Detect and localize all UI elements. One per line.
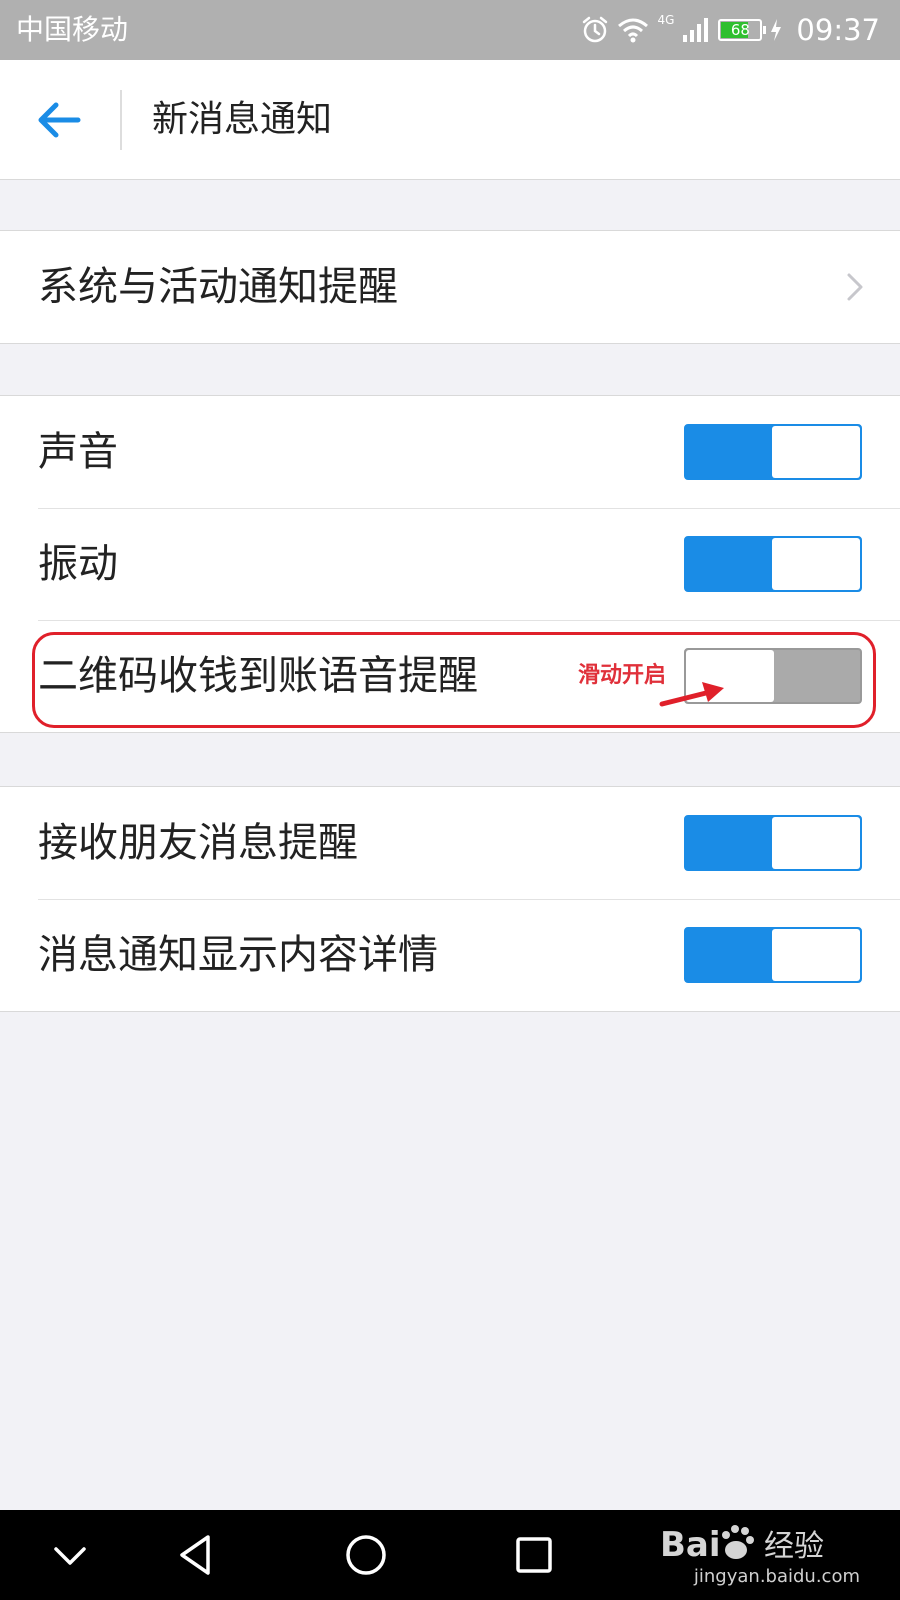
settings-group-alerts: 声音 振动 二维码收钱到账语音提醒 bbox=[0, 395, 900, 733]
svg-text:Bai: Bai bbox=[660, 1525, 721, 1565]
baidu-jingyan-logo: Bai 经验 bbox=[660, 1525, 824, 1565]
annotation-label: 滑动开启 bbox=[578, 663, 667, 688]
signal-icon bbox=[683, 18, 709, 42]
wifi-icon bbox=[618, 18, 649, 43]
vibration-toggle[interactable] bbox=[684, 536, 862, 592]
setting-row-system-activity[interactable]: 系统与活动通知提醒 bbox=[0, 231, 900, 343]
watermark-url: jingyan.baidu.com bbox=[693, 1566, 860, 1587]
top-app-bar: 新消息通知 bbox=[0, 60, 900, 180]
setting-row-sound: 声音 bbox=[0, 396, 900, 508]
settings-group-system: 系统与活动通知提醒 bbox=[0, 230, 900, 344]
setting-row-show-details: 消息通知显示内容详情 bbox=[0, 899, 900, 1011]
chevron-right-icon bbox=[847, 273, 863, 301]
battery-level: 68 bbox=[730, 21, 750, 39]
sound-toggle[interactable] bbox=[684, 424, 862, 480]
back-button[interactable] bbox=[30, 90, 90, 150]
clock: 09:37 bbox=[796, 13, 880, 47]
setting-label: 接收朋友消息提醒 bbox=[38, 820, 358, 866]
settings-group-messages: 接收朋友消息提醒 消息通知显示内容详情 bbox=[0, 786, 900, 1012]
watermark: Bai 经验 jingyan.baidu.com bbox=[660, 1520, 860, 1590]
recents-square-icon[interactable] bbox=[506, 1527, 562, 1583]
status-bar: 中国移动 4G 68 09:37 bbox=[0, 0, 900, 60]
setting-label: 二维码收钱到账语音提醒 bbox=[38, 653, 478, 699]
page-title: 新消息通知 bbox=[152, 99, 333, 140]
setting-label: 振动 bbox=[38, 541, 118, 587]
setting-row-qr-payment-voice: 二维码收钱到账语音提醒 bbox=[0, 620, 900, 732]
network-type-label: 4G bbox=[657, 13, 675, 27]
friend-messages-toggle[interactable] bbox=[684, 815, 862, 871]
setting-row-vibration: 振动 bbox=[0, 508, 900, 620]
header-divider bbox=[120, 90, 122, 150]
setting-row-friend-messages: 接收朋友消息提醒 bbox=[0, 787, 900, 899]
alarm-icon bbox=[583, 16, 608, 43]
setting-label: 系统与活动通知提醒 bbox=[38, 264, 398, 310]
status-icons: 4G 68 09:37 bbox=[581, 10, 880, 50]
battery-icon: 68 bbox=[718, 19, 767, 41]
svg-text:经验: 经验 bbox=[764, 1529, 824, 1564]
annotation-arrow-icon bbox=[659, 682, 724, 707]
arrow-left-icon bbox=[38, 102, 81, 138]
collapse-icon[interactable] bbox=[42, 1527, 98, 1583]
show-details-toggle[interactable] bbox=[684, 927, 862, 983]
charging-icon bbox=[771, 19, 782, 41]
home-circle-icon[interactable] bbox=[338, 1527, 394, 1583]
carrier-name: 中国移动 bbox=[16, 13, 129, 46]
setting-label: 消息通知显示内容详情 bbox=[38, 932, 438, 978]
back-triangle-icon[interactable] bbox=[168, 1527, 224, 1583]
setting-label: 声音 bbox=[38, 429, 118, 475]
